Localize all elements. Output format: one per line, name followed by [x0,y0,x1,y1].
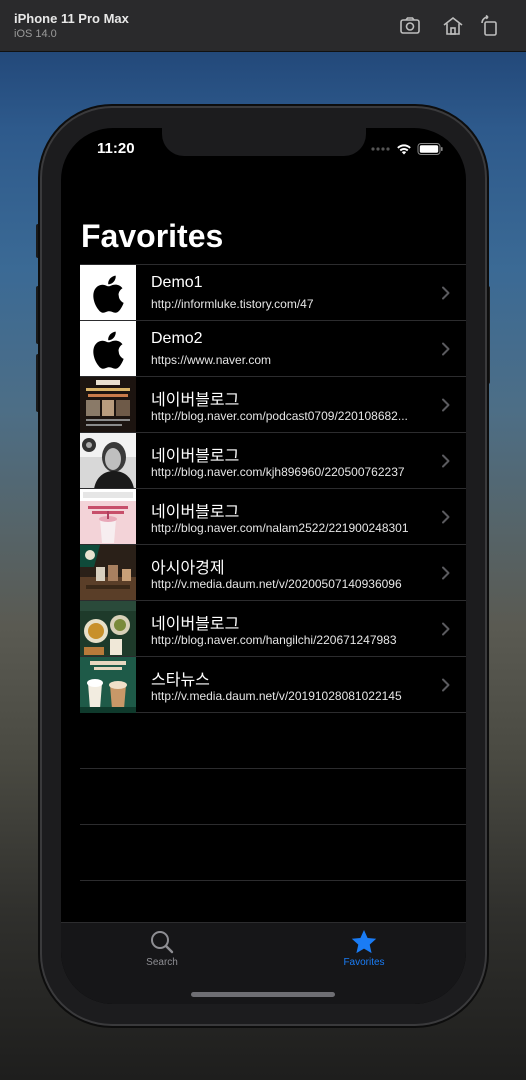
search-icon [151,931,174,954]
tab-search[interactable]: Search [102,929,222,973]
apple-logo-thumbnail [80,321,136,377]
screenshot-icon[interactable] [398,14,422,38]
os-version: iOS 14.0 [14,28,57,40]
portrait-photo-thumbnail [80,433,136,489]
empty-row [80,768,466,824]
favorites-list: Demo1 http://informluke.tistory.com/47 D… [80,264,466,936]
item-url: http://blog.naver.com/kjh896960/22050076… [151,465,405,479]
item-title: 스타뉴스 [151,672,210,689]
wifi-icon [397,144,411,155]
chevron-right-icon [442,398,450,412]
list-item[interactable]: Demo1 http://informluke.tistory.com/47 [80,264,466,321]
apple-logo-thumbnail [80,265,136,321]
rotate-icon[interactable] [478,14,502,38]
item-title: 아시아경제 [151,560,225,577]
christmas-drinks-thumbnail [80,657,136,713]
item-title: 네이버블로그 [151,504,240,521]
simulator-toolbar: iPhone 11 Pro Max iOS 14.0 [0,0,526,52]
tab-favorites[interactable]: Favorites [304,929,424,973]
chevron-right-icon [442,454,450,468]
tab-label: Search [146,957,178,968]
list-item[interactable]: 네이버블로그 http://blog.naver.com/nalam2522/2… [80,488,466,545]
item-url: https://www.naver.com [151,353,272,367]
notch [162,128,366,156]
chevron-right-icon [442,678,450,692]
home-icon[interactable] [441,14,465,38]
list-item[interactable]: 네이버블로그 http://blog.naver.com/podcast0709… [80,376,466,433]
device-name: iPhone 11 Pro Max [14,11,129,26]
home-indicator[interactable] [191,992,335,997]
empty-row [80,824,466,880]
blog-post-thumbnail [80,377,136,433]
chevron-right-icon [442,566,450,580]
list-item[interactable]: 아시아경제 http://v.media.daum.net/v/20200507… [80,544,466,601]
item-url: http://blog.naver.com/podcast0709/220108… [151,409,408,423]
cafe-photo-thumbnail [80,545,136,601]
chevron-right-icon [442,510,450,524]
phone-screen: 11:20 Favorites Demo1 http://informluke.… [61,128,466,1004]
item-title: 네이버블로그 [151,448,240,465]
empty-row [80,712,466,768]
status-icons [370,142,444,156]
item-url: http://v.media.daum.net/v/20200507140936… [151,577,402,591]
item-url: http://blog.naver.com/hangilchi/22067124… [151,633,397,647]
food-photo-thumbnail [80,601,136,657]
tab-label: Favorites [343,957,385,968]
page-title: Favorites [81,218,224,254]
list-item[interactable]: Demo2 https://www.naver.com [80,320,466,377]
list-item[interactable]: 네이버블로그 http://blog.naver.com/hangilchi/2… [80,600,466,657]
item-url: http://v.media.daum.net/v/20191028081022… [151,689,402,703]
signal-icon [371,147,390,151]
battery-icon [417,143,443,155]
status-time: 11:20 [97,140,135,157]
list-item[interactable]: 네이버블로그 http://blog.naver.com/kjh896960/2… [80,432,466,489]
beautiful-moments-ad-thumbnail [80,489,136,545]
item-title: Demo2 [151,330,203,347]
chevron-right-icon [442,342,450,356]
item-url: http://blog.naver.com/nalam2522/22190024… [151,521,409,535]
chevron-right-icon [442,622,450,636]
item-title: Demo1 [151,274,203,291]
item-title: 네이버블로그 [151,392,240,409]
star-icon [351,930,377,954]
chevron-right-icon [442,286,450,300]
list-item[interactable]: 스타뉴스 http://v.media.daum.net/v/201910280… [80,656,466,713]
item-url: http://informluke.tistory.com/47 [151,297,314,311]
item-title: 네이버블로그 [151,616,240,633]
